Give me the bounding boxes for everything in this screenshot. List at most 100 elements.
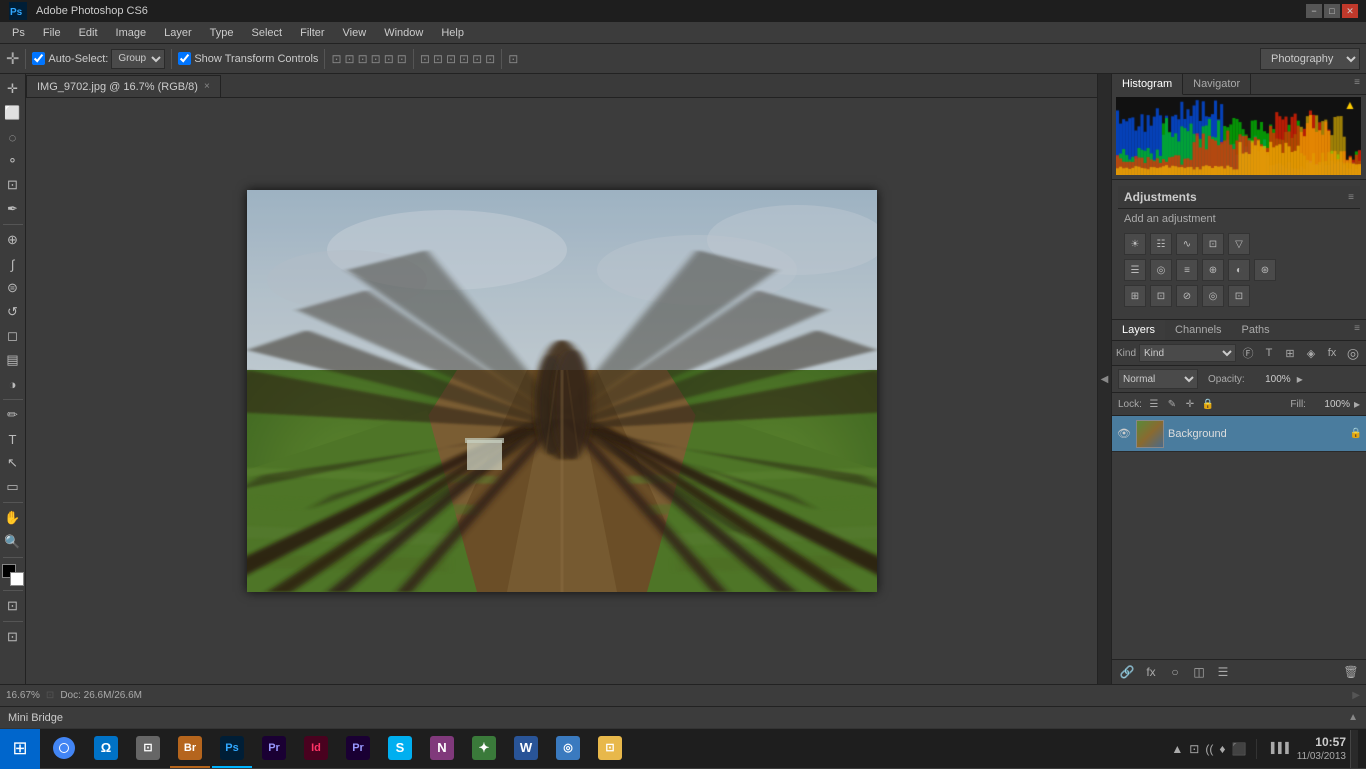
shape-tool[interactable]: ▭ <box>2 476 24 498</box>
status-arrow[interactable]: ▶ <box>1352 690 1360 701</box>
history-brush-tool[interactable]: ↺ <box>2 301 24 323</box>
taskbar-photoshop[interactable]: Ps <box>212 730 252 768</box>
marquee-tool[interactable]: ⬜ <box>2 102 24 124</box>
extra-icon-1[interactable]: ⊡ <box>508 52 518 66</box>
gradient-tool[interactable]: ▤ <box>2 349 24 371</box>
taskbar-skype[interactable]: S <box>380 730 420 768</box>
menu-filter[interactable]: Filter <box>292 25 332 41</box>
filter-icon-1[interactable]: Ⓕ <box>1239 344 1257 362</box>
taskbar-app-3[interactable]: ⊡ <box>128 730 168 768</box>
layer-visibility-icon[interactable]: 👁 <box>1116 426 1132 442</box>
gradient-map-icon[interactable]: ◎ <box>1202 285 1224 307</box>
threshold-icon[interactable]: ⊘ <box>1176 285 1198 307</box>
channel-mixer-icon[interactable]: ◐ <box>1228 259 1250 281</box>
layer-background[interactable]: 👁 Background 🔒 <box>1112 416 1366 452</box>
tab-channels[interactable]: Channels <box>1165 320 1231 340</box>
right-panel-toggle[interactable]: ◀ <box>1097 74 1111 684</box>
distribute-icon-1[interactable]: ⊡ <box>420 52 430 66</box>
distribute-icon-4[interactable]: ⊡ <box>459 52 469 66</box>
eyedropper-tool[interactable]: ✒ <box>2 198 24 220</box>
spot-heal-tool[interactable]: ⊕ <box>2 229 24 251</box>
brush-tool[interactable]: ∫ <box>2 253 24 275</box>
tray-expand-icon[interactable]: ▲ <box>1171 742 1183 756</box>
filter-icon-2[interactable]: T <box>1260 344 1278 362</box>
document-tab[interactable]: IMG_9702.jpg @ 16.7% (RGB/8) × <box>26 75 221 97</box>
levels-icon[interactable]: ☷ <box>1150 233 1172 255</box>
adjustments-header[interactable]: Adjustments ≡ <box>1118 186 1360 209</box>
start-button[interactable]: ⊞ <box>0 729 40 769</box>
lock-transparent-icon[interactable]: ☰ <box>1146 396 1162 412</box>
color-balance-icon[interactable]: ◎ <box>1150 259 1172 281</box>
show-transform-checkbox[interactable] <box>178 52 191 65</box>
align-icon-1[interactable]: ⊡ <box>331 52 341 66</box>
menu-layer[interactable]: Layer <box>156 25 200 41</box>
tab-paths[interactable]: Paths <box>1232 320 1280 340</box>
align-icon-3[interactable]: ⊡ <box>358 52 368 66</box>
kind-select[interactable]: Kind <box>1139 344 1236 362</box>
screen-mode-button[interactable]: ⊡ <box>2 626 24 648</box>
menu-image[interactable]: Image <box>108 25 155 41</box>
layers-expand[interactable]: ≡ <box>1348 320 1366 340</box>
color-lookup-icon[interactable]: ⊛ <box>1254 259 1276 281</box>
tab-close-button[interactable]: × <box>204 81 210 92</box>
workspace-select[interactable]: Photography <box>1260 48 1360 70</box>
curves-icon[interactable]: ∿ <box>1176 233 1198 255</box>
distribute-icon-6[interactable]: ⊡ <box>485 52 495 66</box>
align-icon-5[interactable]: ⊡ <box>384 52 394 66</box>
mini-bridge-collapse[interactable]: ▲ <box>1348 712 1358 723</box>
menu-file[interactable]: File <box>35 25 69 41</box>
add-style-button[interactable]: fx <box>1140 663 1162 681</box>
pen-tool[interactable]: ✏ <box>2 404 24 426</box>
lasso-tool[interactable]: ◌ <box>2 126 24 148</box>
background-color[interactable] <box>10 572 24 586</box>
taskbar-indesign[interactable]: Id <box>296 730 336 768</box>
distribute-icon-5[interactable]: ⊡ <box>472 52 482 66</box>
canvas-container[interactable] <box>26 98 1097 684</box>
align-icon-4[interactable]: ⊡ <box>371 52 381 66</box>
adjustments-expand[interactable]: ≡ <box>1348 192 1354 203</box>
tab-layers[interactable]: Layers <box>1112 320 1165 340</box>
fill-input[interactable] <box>1310 396 1350 412</box>
quick-mask-button[interactable]: ⊡ <box>2 595 24 617</box>
taskbar-premiere[interactable]: Pr <box>254 730 294 768</box>
menu-ps[interactable]: Ps <box>4 25 33 41</box>
taskbar-app-11[interactable]: ✦ <box>464 730 504 768</box>
menu-type[interactable]: Type <box>202 25 242 41</box>
distribute-icon-3[interactable]: ⊡ <box>446 52 456 66</box>
lock-all-icon[interactable]: 🔒 <box>1200 396 1216 412</box>
lock-image-icon[interactable]: ✎ <box>1164 396 1180 412</box>
type-tool[interactable]: T <box>2 428 24 450</box>
clone-tool[interactable]: ⊜ <box>2 277 24 299</box>
distribute-icon-2[interactable]: ⊡ <box>433 52 443 66</box>
filter-icon-5[interactable]: fx <box>1323 344 1341 362</box>
taskbar-app-13[interactable]: ◎ <box>548 730 588 768</box>
align-icon-2[interactable]: ⊡ <box>345 52 355 66</box>
path-select-tool[interactable]: ↖ <box>2 452 24 474</box>
filter-toggle[interactable]: ◎ <box>1344 344 1362 362</box>
taskbar-word[interactable]: W <box>506 730 546 768</box>
taskbar-app-14[interactable]: ⊡ <box>590 730 630 768</box>
blend-mode-select[interactable]: Normal <box>1118 369 1198 389</box>
clock-area[interactable]: 10:57 11/03/2013 <box>1297 735 1346 762</box>
dodge-tool[interactable]: ◑ <box>2 373 24 395</box>
group-select[interactable]: Group <box>111 49 165 69</box>
taskbar-bridge[interactable]: Br <box>170 730 210 768</box>
tab-navigator[interactable]: Navigator <box>1183 74 1251 94</box>
posterize-icon[interactable]: ⊡ <box>1150 285 1172 307</box>
tray-icon-1[interactable]: ⊡ <box>1189 742 1199 756</box>
hand-tool[interactable]: ✋ <box>2 507 24 529</box>
taskbar-onenote[interactable]: N <box>422 730 462 768</box>
menu-select[interactable]: Select <box>244 25 291 41</box>
opacity-input[interactable] <box>1251 371 1291 387</box>
maximize-button[interactable]: □ <box>1324 4 1340 18</box>
add-link-button[interactable]: 🔗 <box>1116 663 1138 681</box>
quick-select-tool[interactable]: ⚬ <box>2 150 24 172</box>
taskbar-outlook[interactable]: Ω <box>86 730 126 768</box>
taskbar-premiere-pro[interactable]: Pr <box>338 730 378 768</box>
crop-tool[interactable]: ⊡ <box>2 174 24 196</box>
new-layer-button[interactable]: ☰ <box>1212 663 1234 681</box>
minimize-button[interactable]: − <box>1306 4 1322 18</box>
close-button[interactable]: ✕ <box>1342 4 1358 18</box>
menu-window[interactable]: Window <box>376 25 431 41</box>
delete-layer-button[interactable]: 🗑 <box>1340 663 1362 681</box>
